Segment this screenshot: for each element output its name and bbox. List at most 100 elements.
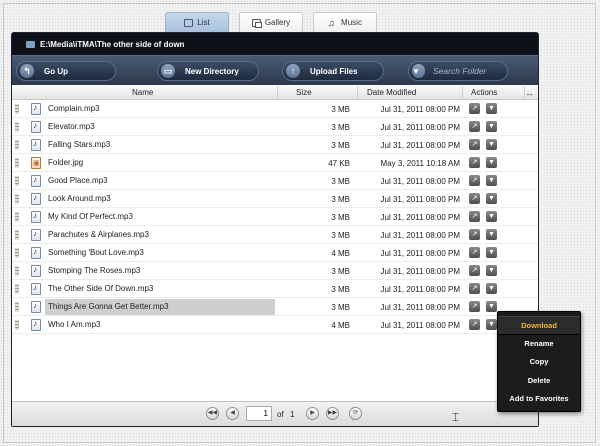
table-row[interactable]: Who I Am.mp3 4 MB Jul 31, 2011 08:00 PM ↗ ▼: [12, 316, 538, 334]
page-number-input[interactable]: [246, 406, 272, 421]
open-file-icon[interactable]: ↗: [469, 265, 480, 276]
actions-dropdown-icon[interactable]: ▼: [486, 103, 497, 114]
open-file-icon[interactable]: ↗: [469, 319, 480, 330]
refresh-button[interactable]: ⟳: [349, 407, 362, 420]
audio-file-icon: [31, 211, 41, 223]
open-file-icon[interactable]: ↗: [469, 229, 480, 240]
drag-handle-icon[interactable]: [15, 248, 19, 258]
table-row[interactable]: Complain.mp3 3 MB Jul 31, 2011 08:00 PM ↗ ▼: [12, 100, 538, 118]
open-file-icon[interactable]: ↗: [469, 175, 480, 186]
actions-dropdown-icon[interactable]: ▼: [486, 139, 497, 150]
menu-item-add-to-favorites[interactable]: Add to Favorites: [498, 390, 580, 409]
audio-file-icon: [31, 193, 41, 205]
file-name[interactable]: Good Place.mp3: [45, 173, 275, 189]
file-name[interactable]: My Kind Of Perfect.mp3: [45, 209, 275, 225]
file-size: 3 MB: [331, 303, 350, 312]
table-row[interactable]: Falling Stars.mp3 3 MB Jul 31, 2011 08:00 …: [12, 136, 538, 154]
table-row[interactable]: Look Around.mp3 3 MB Jul 31, 2011 08:00 PM…: [12, 190, 538, 208]
last-page-button[interactable]: ▶▶: [326, 407, 339, 420]
open-file-icon[interactable]: ↗: [469, 157, 480, 168]
actions-dropdown-icon[interactable]: ▼: [486, 157, 497, 168]
table-row[interactable]: Things Are Gonna Get Better.mp3 3 MB Jul 3…: [12, 298, 538, 316]
open-file-icon[interactable]: ↗: [469, 211, 480, 222]
table-row[interactable]: My Kind Of Perfect.mp3 3 MB Jul 31, 2011 0…: [12, 208, 538, 226]
tab-label: Music: [341, 18, 362, 27]
table-row[interactable]: Something 'Bout Love.mp3 4 MB Jul 31, 2011…: [12, 244, 538, 262]
drag-handle-icon[interactable]: [15, 104, 19, 114]
file-size: 3 MB: [331, 195, 350, 204]
open-file-icon[interactable]: ↗: [469, 139, 480, 150]
actions-dropdown-icon[interactable]: ▼: [486, 247, 497, 258]
previous-page-button[interactable]: ◀: [226, 407, 239, 420]
first-page-button[interactable]: ◀◀: [206, 407, 219, 420]
drag-handle-icon[interactable]: [15, 302, 19, 312]
file-date: Jul 31, 2011 08:00 PM: [380, 177, 460, 186]
table-row[interactable]: Elevator.mp3 3 MB Jul 31, 2011 08:00 PM ↗ ▼: [12, 118, 538, 136]
file-name[interactable]: The Other Side Of Down.mp3: [45, 281, 275, 297]
table-row[interactable]: Good Place.mp3 3 MB Jul 31, 2011 08:00 PM ↗…: [12, 172, 538, 190]
open-file-icon[interactable]: ↗: [469, 301, 480, 312]
file-name[interactable]: Something 'Bout Love.mp3: [45, 245, 275, 261]
file-name[interactable]: Elevator.mp3: [45, 119, 275, 135]
next-page-button[interactable]: ▶: [306, 407, 319, 420]
actions-dropdown-icon[interactable]: ▼: [486, 211, 497, 222]
drag-handle-icon[interactable]: [15, 140, 19, 150]
file-name[interactable]: Parachutes & Airplanes.mp3: [45, 227, 275, 243]
drag-handle-icon[interactable]: [15, 158, 19, 168]
tab-music[interactable]: ♫ Music: [313, 12, 377, 32]
search-input[interactable]: [433, 66, 507, 76]
go-up-button[interactable]: ↰ Go Up: [16, 61, 116, 81]
file-name[interactable]: Stomping The Roses.mp3: [45, 263, 275, 279]
drag-handle-icon[interactable]: [15, 176, 19, 186]
file-name[interactable]: Folder.jpg: [45, 155, 275, 171]
open-file-icon[interactable]: ↗: [469, 103, 480, 114]
file-size: 4 MB: [331, 321, 350, 330]
column-header-size[interactable]: Size: [296, 88, 312, 97]
menu-item-rename[interactable]: Rename: [498, 335, 580, 354]
audio-file-icon: [31, 103, 41, 115]
filter-icon: ▼: [412, 64, 425, 78]
actions-dropdown-icon[interactable]: ▼: [486, 283, 497, 294]
file-date: Jul 31, 2011 08:00 PM: [380, 249, 460, 258]
drag-handle-icon[interactable]: [15, 266, 19, 276]
drag-handle-icon[interactable]: [15, 230, 19, 240]
file-name[interactable]: Who I Am.mp3: [45, 317, 275, 333]
drag-handle-icon[interactable]: [15, 122, 19, 132]
menu-item-download[interactable]: Download: [498, 316, 580, 335]
open-file-icon[interactable]: ↗: [469, 283, 480, 294]
search-box[interactable]: ▼: [408, 61, 508, 81]
table-row[interactable]: Folder.jpg 47 KB May 3, 2011 10:18 AM ↗ ▼: [12, 154, 538, 172]
actions-dropdown-icon[interactable]: ▼: [486, 265, 497, 276]
actions-dropdown-icon[interactable]: ▼: [486, 301, 497, 312]
table-row[interactable]: Parachutes & Airplanes.mp3 3 MB Jul 31, 20…: [12, 226, 538, 244]
drag-handle-icon[interactable]: [15, 320, 19, 330]
file-name[interactable]: Things Are Gonna Get Better.mp3: [45, 299, 275, 315]
upload-files-button[interactable]: ↑ Upload Files: [282, 61, 384, 81]
drag-handle-icon[interactable]: [15, 212, 19, 222]
tab-list[interactable]: List: [165, 12, 229, 32]
resize-columns-icon[interactable]: ↔: [525, 88, 534, 98]
file-size: 3 MB: [331, 267, 350, 276]
open-file-icon[interactable]: ↗: [469, 247, 480, 258]
new-directory-button[interactable]: ▭ New Directory: [157, 61, 259, 81]
actions-dropdown-icon[interactable]: ▼: [486, 121, 497, 132]
file-size: 3 MB: [331, 231, 350, 240]
column-header-date[interactable]: Date Modified: [367, 88, 416, 97]
table-row[interactable]: The Other Side Of Down.mp3 3 MB Jul 31, 20…: [12, 280, 538, 298]
actions-dropdown-icon[interactable]: ▼: [486, 319, 497, 330]
file-name[interactable]: Complain.mp3: [45, 101, 275, 117]
menu-item-copy[interactable]: Copy: [498, 353, 580, 372]
menu-item-delete[interactable]: Delete: [498, 372, 580, 391]
tab-gallery[interactable]: Gallery: [239, 12, 303, 32]
actions-dropdown-icon[interactable]: ▼: [486, 175, 497, 186]
drag-handle-icon[interactable]: [15, 194, 19, 204]
open-file-icon[interactable]: ↗: [469, 121, 480, 132]
open-file-icon[interactable]: ↗: [469, 193, 480, 204]
file-name[interactable]: Look Around.mp3: [45, 191, 275, 207]
file-name[interactable]: Falling Stars.mp3: [45, 137, 275, 153]
column-header-name[interactable]: Name: [132, 88, 153, 97]
table-row[interactable]: Stomping The Roses.mp3 3 MB Jul 31, 2011 0…: [12, 262, 538, 280]
actions-dropdown-icon[interactable]: ▼: [486, 193, 497, 204]
drag-handle-icon[interactable]: [15, 284, 19, 294]
actions-dropdown-icon[interactable]: ▼: [486, 229, 497, 240]
